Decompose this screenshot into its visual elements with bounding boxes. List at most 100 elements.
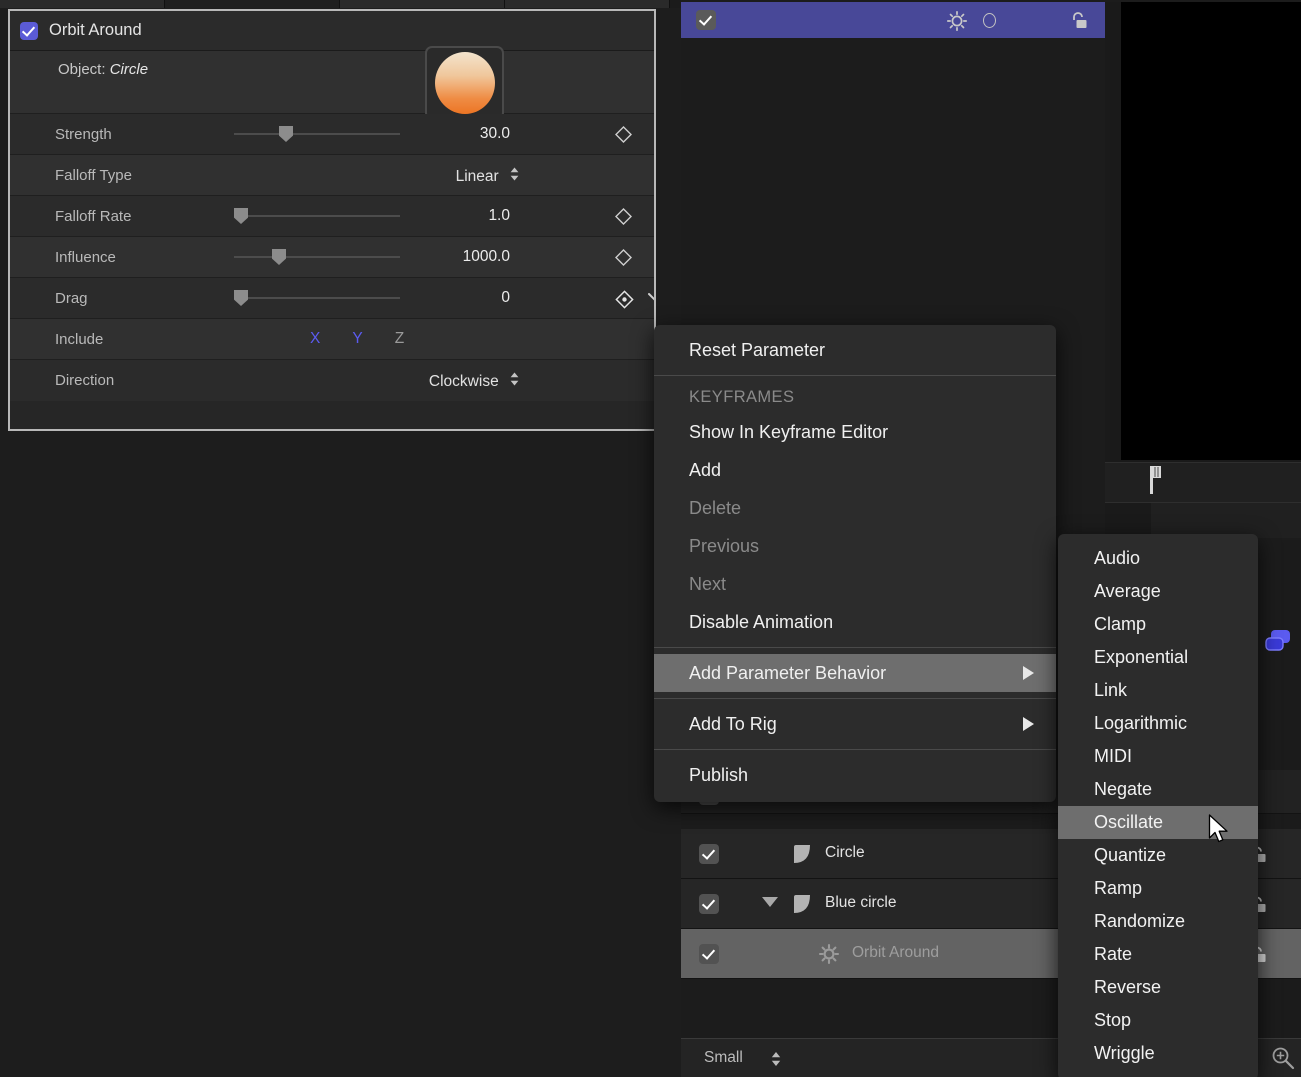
param-row-direction[interactable]: Direction Clockwise	[10, 360, 654, 401]
popup-value: Linear	[456, 168, 499, 185]
param-value[interactable]: 30.0	[410, 125, 510, 143]
menu-item-label: Add Parameter Behavior	[689, 663, 886, 684]
menu-item-add[interactable]: Add	[654, 451, 1056, 489]
submenu-item-average[interactable]: Average	[1058, 575, 1258, 608]
tab-4[interactable]	[505, 0, 670, 8]
include-axes[interactable]: X Y Z	[310, 330, 510, 348]
keyframe-diamond-icon[interactable]	[615, 249, 632, 266]
menu-item-disable-animation[interactable]: Disable Animation	[654, 603, 1056, 641]
param-label: Falloff Rate	[55, 208, 131, 225]
menu-separator	[654, 698, 1056, 699]
falloff-rate-slider[interactable]	[234, 207, 400, 225]
submenu-item-audio[interactable]: Audio	[1058, 542, 1258, 575]
drag-slider[interactable]	[234, 289, 400, 307]
submenu-arrow-icon	[1023, 666, 1034, 680]
param-row-include[interactable]: Include X Y Z	[10, 319, 654, 360]
menu-item-add-parameter-behavior[interactable]: Add Parameter Behavior	[654, 654, 1056, 692]
layer-name: Circle	[825, 844, 865, 862]
submenu-item-wriggle[interactable]: Wriggle	[1058, 1037, 1258, 1070]
submenu-item-clamp[interactable]: Clamp	[1058, 608, 1258, 641]
layer-enable-checkbox[interactable]	[699, 944, 719, 964]
keyframe-diamond-icon[interactable]	[615, 208, 632, 225]
chevron-down-icon[interactable]	[647, 290, 656, 307]
axis-toggle-x[interactable]: X	[310, 330, 320, 348]
submenu-item-randomize[interactable]: Randomize	[1058, 905, 1258, 938]
canvas-viewport[interactable]	[1121, 2, 1301, 460]
submenu-item-stop[interactable]: Stop	[1058, 1004, 1258, 1037]
influence-slider[interactable]	[234, 248, 400, 266]
param-label: Drag	[55, 290, 88, 307]
menu-item-add-to-rig[interactable]: Add To Rig	[654, 705, 1056, 743]
submenu-item-rate[interactable]: Rate	[1058, 938, 1258, 971]
param-row-influence[interactable]: Influence 1000.0	[10, 237, 654, 278]
axis-toggle-z[interactable]: Z	[395, 330, 404, 348]
inspector-panel: Orbit Around Object: Circle Strength 30.…	[8, 9, 656, 431]
size-popup-label[interactable]: Small	[704, 1049, 743, 1067]
menu-item-delete: Delete	[654, 489, 1056, 527]
param-row-strength[interactable]: Strength 30.0	[10, 114, 654, 155]
keyframe-diamond-icon[interactable]	[615, 126, 632, 143]
param-row-drag[interactable]: Drag 0	[10, 278, 654, 319]
behavior-submenu[interactable]: Audio Average Clamp Exponential Link Log…	[1058, 534, 1258, 1077]
layer-enable-checkbox[interactable]	[699, 844, 719, 864]
timeline-row-2[interactable]	[1105, 502, 1301, 538]
submenu-item-link[interactable]: Link	[1058, 674, 1258, 707]
menu-item-reset-parameter[interactable]: Reset Parameter	[654, 331, 1056, 369]
submenu-item-negate[interactable]: Negate	[1058, 773, 1258, 806]
object-thumbnail[interactable]	[425, 46, 504, 120]
falloff-type-popup[interactable]: Linear	[340, 165, 520, 186]
timeline-row-1[interactable]	[1105, 462, 1301, 502]
selection-bar[interactable]	[681, 2, 1105, 38]
param-label: Falloff Type	[55, 167, 132, 184]
menu-item-publish[interactable]: Publish	[654, 756, 1056, 794]
param-value[interactable]: 0	[410, 289, 510, 307]
menu-section-keyframes: KEYFRAMES	[654, 382, 1056, 413]
menu-separator	[654, 647, 1056, 648]
playhead-marker[interactable]	[1147, 466, 1163, 494]
param-label: Include	[55, 331, 103, 348]
menu-item-label: Add To Rig	[689, 714, 777, 735]
menu-item-show-in-keyframe-editor[interactable]: Show In Keyframe Editor	[654, 413, 1056, 451]
gear-icon	[946, 10, 968, 37]
selection-enable-checkbox[interactable]	[696, 10, 716, 30]
tab-2[interactable]	[165, 0, 340, 8]
submenu-item-reverse[interactable]: Reverse	[1058, 971, 1258, 1004]
chevron-updown-icon[interactable]	[770, 1050, 782, 1068]
context-menu[interactable]: Reset Parameter KEYFRAMES Show In Keyfra…	[654, 325, 1056, 802]
param-row-falloff-rate[interactable]: Falloff Rate 1.0	[10, 196, 654, 237]
unlock-icon[interactable]	[1067, 10, 1089, 37]
direction-popup[interactable]: Clockwise	[340, 370, 520, 391]
strength-slider[interactable]	[234, 125, 400, 143]
circle-outline-icon	[983, 13, 996, 28]
submenu-item-ramp[interactable]: Ramp	[1058, 872, 1258, 905]
tab-1[interactable]	[0, 0, 165, 8]
object-label: Object: Circle	[58, 61, 148, 78]
axis-toggle-y[interactable]: Y	[352, 330, 362, 348]
behavior-enable-checkbox[interactable]	[20, 22, 38, 40]
layer-name: Orbit Around	[852, 944, 939, 962]
shape-icon	[791, 893, 813, 920]
layer-enable-checkbox[interactable]	[699, 894, 719, 914]
param-value[interactable]: 1.0	[410, 207, 510, 225]
submenu-item-midi[interactable]: MIDI	[1058, 740, 1258, 773]
chevron-updown-icon[interactable]	[509, 371, 520, 387]
object-row[interactable]: Object: Circle	[10, 51, 654, 114]
magnify-icon[interactable]	[1270, 1045, 1296, 1076]
param-row-falloff-type[interactable]: Falloff Type Linear	[10, 155, 654, 196]
submenu-item-logarithmic[interactable]: Logarithmic	[1058, 707, 1258, 740]
shape-icon	[791, 843, 813, 870]
submenu-item-exponential[interactable]: Exponential	[1058, 641, 1258, 674]
inspector-title-row[interactable]: Orbit Around	[10, 11, 654, 51]
menu-separator	[654, 375, 1056, 376]
mouse-cursor-icon	[1208, 814, 1232, 851]
layer-name: Blue circle	[825, 894, 897, 912]
tab-3[interactable]	[340, 0, 505, 8]
disclosure-triangle-icon[interactable]	[762, 897, 778, 907]
group-badge-icon	[1264, 628, 1294, 661]
popup-value: Clockwise	[429, 373, 499, 390]
keyframe-animated-icon[interactable]	[615, 290, 632, 307]
param-label: Influence	[55, 249, 116, 266]
param-label: Direction	[55, 372, 114, 389]
param-value[interactable]: 1000.0	[410, 248, 510, 266]
chevron-updown-icon[interactable]	[509, 166, 520, 182]
